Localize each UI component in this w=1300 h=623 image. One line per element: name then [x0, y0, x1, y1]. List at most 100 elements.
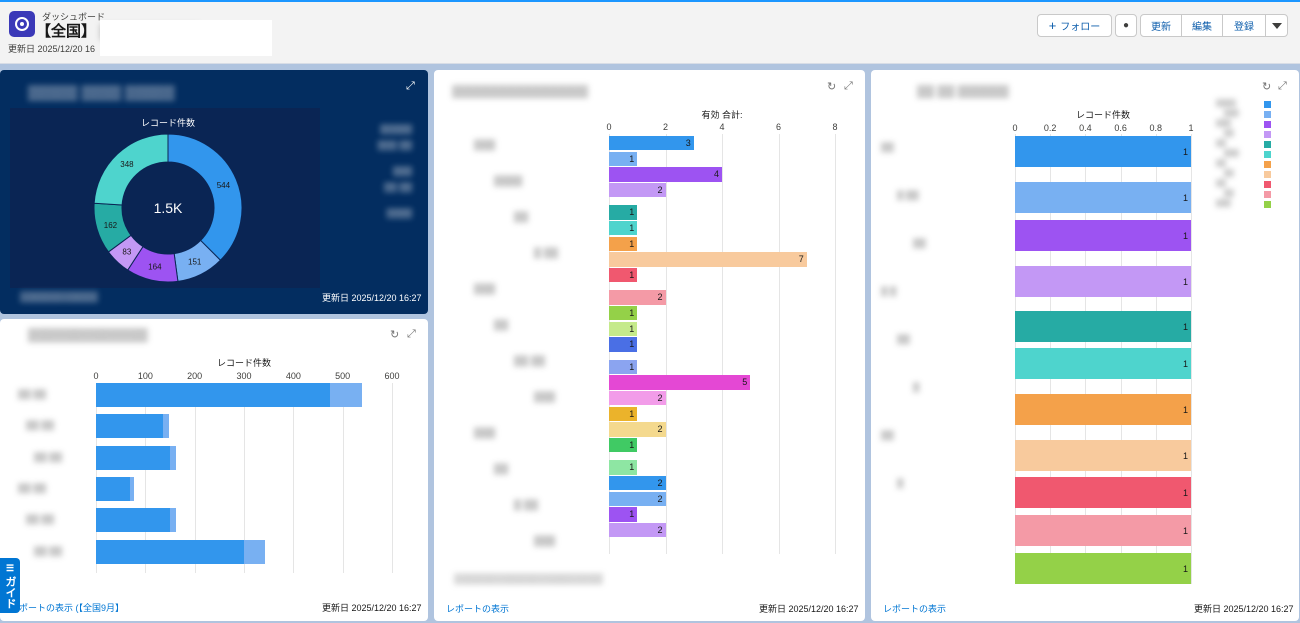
bar-data-label: 2	[657, 524, 663, 535]
more-actions-button[interactable]	[1265, 14, 1288, 37]
edit-button[interactable]: 編集	[1181, 14, 1223, 37]
row-label: ▒▒ ▒▒	[26, 514, 55, 525]
legend-swatch	[1264, 151, 1271, 158]
gridline	[722, 134, 723, 554]
bar-data-label: 1	[629, 361, 635, 372]
updated-date: 更新日 2025/12/20 16:27	[759, 604, 859, 614]
bar-data-label: 1	[629, 439, 635, 450]
legend-entry: ▒▒▒	[392, 166, 412, 176]
chat-bubble-icon: ●	[1122, 20, 1130, 31]
x-axis-tick: 1	[1188, 123, 1194, 133]
bar-data-label: 1	[629, 408, 635, 419]
expand-icon[interactable]: ⤢	[406, 80, 415, 93]
bar-data-label: 1	[1182, 564, 1188, 574]
row-label: ▒▒ ▒▒	[34, 451, 63, 462]
row-label: ▒	[897, 478, 904, 488]
legend-swatch	[1264, 131, 1271, 138]
x-axis-tick: 0.8	[1149, 123, 1163, 133]
row-label: ▒	[913, 382, 920, 392]
bar-chart: 有効 合計: 0 2 4 6 8 3 1 4 2 1 1 1 7 1 2 1 1 1 1 5 2 1 2 1 1 2 2 1 2 ▒▒▒ ▒▒…	[434, 70, 865, 570]
bar-segment	[330, 383, 363, 407]
bar-data-label: 2	[657, 393, 663, 403]
legend-swatch	[1264, 201, 1271, 208]
donut-slice[interactable]	[93, 133, 169, 206]
bar-data-label: 2	[657, 493, 663, 504]
legend-entry-label: ▒▒	[1224, 190, 1234, 197]
slice-data-label: 164	[148, 263, 162, 272]
guide-tab[interactable]: ☰ ガイド	[0, 558, 20, 613]
subscribe-button[interactable]: 登録	[1222, 14, 1266, 37]
x-axis-tick: 0.6	[1114, 123, 1127, 133]
bar-data-label: 1	[629, 509, 635, 520]
legend-entry-label: ▒▒	[1224, 130, 1234, 137]
bar-data-label: 5	[742, 377, 748, 388]
bar-segment	[96, 476, 130, 501]
bar-segment	[170, 445, 176, 470]
bar-data-label: 1	[629, 339, 635, 350]
slice-data-label: 151	[188, 258, 202, 267]
legend-swatch	[1264, 101, 1271, 108]
legend-entry-label: ▒▒▒	[1224, 110, 1239, 117]
row-label: ▒ ▒▒	[534, 248, 559, 259]
bar-chart: レコード件数 0 100 200 300 400 500 600 ▒▒ ▒▒ ▒▒ ▒▒ ▒▒ ▒▒…	[0, 319, 428, 589]
bar-data-label: 1	[1182, 147, 1188, 157]
slice-data-label: 83	[122, 248, 131, 257]
bar-data-label: 1	[629, 238, 635, 249]
dashboard-header: ダッシュボード 【全国】 ▒▒▒▒▒▒▒▒▒▒ 更新日 2025/12/20 1…	[0, 0, 1300, 64]
gridline	[1191, 134, 1192, 584]
legend-entry: ▒▒▒▒	[386, 208, 412, 218]
x-axis-tick: 0.2	[1043, 123, 1057, 133]
page-title-prefix: 【全国】	[36, 23, 97, 40]
bar-data-label: 3	[685, 138, 691, 148]
x-axis-tick: 0	[93, 371, 99, 381]
bar-data-label: 2	[657, 478, 663, 488]
legend-entry-label: ▒▒▒	[1216, 200, 1231, 207]
legend-entry: ▒▒▒▒▒	[380, 124, 412, 134]
follow-button[interactable]: + フォロー	[1037, 14, 1112, 37]
legend-entry-label: ▒▒▒	[1224, 150, 1239, 157]
chart-heading: レコード件数	[216, 358, 271, 368]
slice-data-label: 544	[217, 181, 231, 190]
row-label: ▒▒ ▒▒	[514, 356, 546, 367]
list-icon: ☰	[5, 562, 15, 573]
bar-data-label: 7	[798, 254, 804, 265]
right-bar-panel: ▒▒ ▒▒ ▒▒▒▒▒▒ ↻ ⤢ レコード件数 0 0.2 0.4 0.6 0.8 1 1 1 1…	[871, 70, 1299, 621]
panel-footer-text: ▒▒▒▒▒▒▒▒▒▒▒▒▒▒▒▒▒▒▒▒▒	[454, 574, 603, 585]
bar-data-label: 1	[1182, 488, 1188, 498]
bar-data-label: 1	[1182, 405, 1188, 415]
legend-swatch	[1264, 171, 1271, 178]
x-axis-tick: 300	[236, 371, 252, 381]
donut-chart-panel: ▒▒▒▒▒ ▒▒▒▒ ▒▒▒▒▒ ⤢ レコード件数 544 151 164 83 162…	[0, 70, 428, 314]
row-label: ▒ ▒▒	[897, 190, 919, 200]
donut-chart: 544 151 164 83 162 348 1.5K	[93, 133, 243, 283]
gridline	[665, 134, 667, 554]
bar-data-label: 1	[1182, 451, 1188, 461]
panel-title: ▒▒▒▒▒ ▒▒▒▒ ▒▒▒▒▒	[28, 84, 175, 100]
row-label: ▒▒▒	[534, 536, 556, 547]
row-label: ▒▒▒	[474, 284, 496, 295]
legend-swatch	[1264, 191, 1271, 198]
slice-data-label: 348	[120, 160, 134, 169]
view-report-link[interactable]: レポートの表示	[446, 602, 509, 615]
donut-slice[interactable]	[167, 133, 243, 261]
view-report-link[interactable]: レポートの表示	[883, 602, 946, 615]
legend-swatch	[1264, 161, 1271, 168]
row-label: ▒▒	[881, 142, 894, 152]
view-report-link[interactable]: レポートの表示 (【全国9月】	[10, 601, 124, 614]
stacked-bar-panel: ▒▒▒▒▒▒▒▒▒▒▒▒▒ ↻ ⤢ レコード件数 0 100 200 300 400 500…	[0, 319, 428, 621]
collaborate-button[interactable]: ●	[1115, 14, 1137, 37]
x-axis-tick: 8	[832, 122, 838, 132]
bar-chart: レコード件数 0 0.2 0.4 0.6 0.8 1 1 1 1 1 1 1 1 1 1 1 1 ▒▒ ▒ ▒▒ ▒▒ ▒…	[871, 70, 1299, 590]
chart-heading: レコード件数	[1075, 110, 1130, 120]
bar-segment	[162, 414, 169, 439]
bar-data-label: 1	[1182, 526, 1188, 536]
row-label: ▒▒▒▒	[494, 176, 523, 187]
bar-data-label: 1	[629, 269, 635, 280]
bar-segment	[170, 508, 176, 533]
legend-entry: ▒▒ ▒▒	[383, 182, 412, 192]
bar-data-label: 2	[657, 292, 663, 303]
refresh-button[interactable]: 更新	[1140, 14, 1182, 37]
bar-data-label: 1	[629, 153, 635, 164]
x-axis-tick: 2	[662, 122, 669, 132]
row-label: ▒▒ ▒▒	[18, 389, 47, 399]
